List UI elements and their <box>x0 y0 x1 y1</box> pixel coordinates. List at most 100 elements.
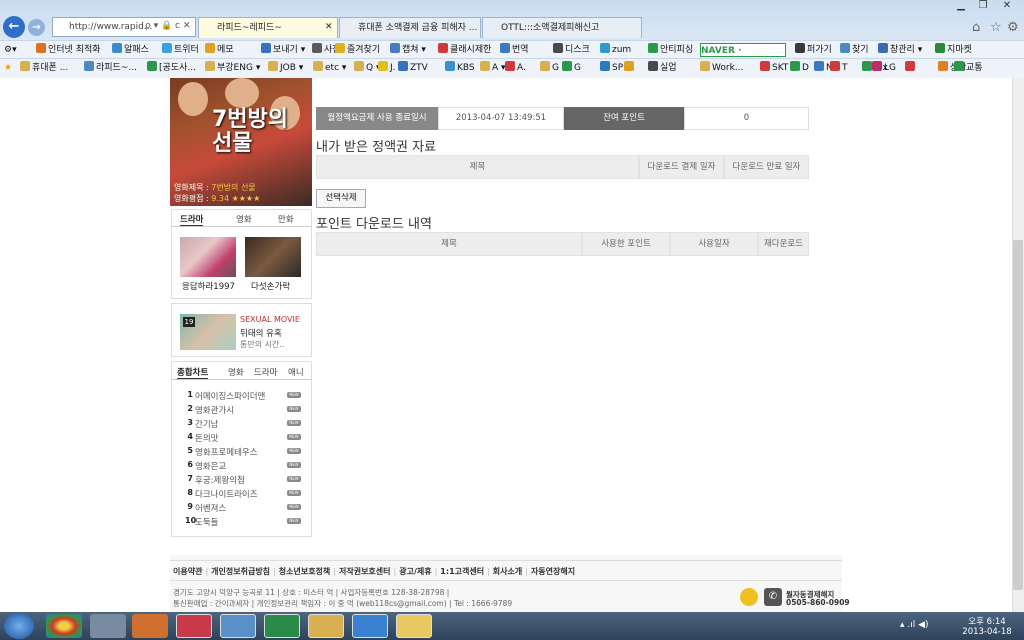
favorite-item[interactable] <box>624 61 636 75</box>
tab-chart-drama[interactable]: 드라마 <box>254 366 277 378</box>
rank-title[interactable]: 간기남 <box>195 418 218 430</box>
favorite-item[interactable]: T <box>830 61 848 75</box>
forward-button[interactable]: → <box>28 19 45 36</box>
toolbar-item[interactable]: 번역 <box>500 43 529 57</box>
favorite-item[interactable]: SKT <box>760 61 788 75</box>
sticky-notes-taskbar-icon[interactable] <box>396 614 432 638</box>
rank-title[interactable]: 영화은교 <box>195 460 226 472</box>
toolbar-item[interactable]: 캡쳐 ▾ <box>390 43 426 57</box>
footer-link[interactable]: 광고/제휴 <box>399 567 431 576</box>
favorite-item[interactable]: D <box>790 61 809 75</box>
media-player-taskbar-icon[interactable] <box>132 614 168 638</box>
paint-taskbar-icon[interactable] <box>176 614 212 638</box>
excel-taskbar-icon[interactable] <box>264 614 300 638</box>
rank-item[interactable]: 4 돈의맛 NEW <box>171 432 311 445</box>
rank-item[interactable]: 7 후궁:제왕의첩 NEW <box>171 474 311 487</box>
toolbar-item[interactable]: 메모 <box>205 43 234 57</box>
favorite-item[interactable]: 라피드~... <box>84 61 137 75</box>
favorite-item[interactable]: KBS <box>445 61 475 75</box>
toolbar-settings-icon[interactable]: ⚙▾ <box>4 43 17 57</box>
footer-link[interactable]: 이용약관 <box>173 567 202 576</box>
toolbar-item[interactable]: NAVER · <box>700 43 786 57</box>
footer-link[interactable]: 회사소개 <box>493 567 522 576</box>
tab-chart-movie[interactable]: 영화 <box>228 366 244 378</box>
clock-date[interactable]: 2013-04-18 <box>958 627 1016 637</box>
favorite-item[interactable]: G <box>562 61 581 75</box>
rank-item[interactable]: 3 간기남 NEW <box>171 418 311 431</box>
toolbar-item[interactable]: 안티피싱 <box>648 43 693 57</box>
favorite-item[interactable]: JOB ▾ <box>268 61 303 75</box>
favorite-item[interactable]: ZTV <box>398 61 428 75</box>
tab-overall-chart[interactable]: 종합차트 <box>177 366 209 380</box>
rank-item[interactable]: 5 영화프로메테우스 NEW <box>171 446 311 459</box>
drama-caption-2[interactable]: 다섯손가락 <box>251 280 290 292</box>
rank-item[interactable]: 6 영화은교 NEW <box>171 460 311 473</box>
drama-caption-1[interactable]: 응답하라1997 <box>182 280 235 292</box>
favorite-item[interactable]: J. <box>378 61 396 75</box>
tab-micropay[interactable]: 휴대폰 소액결제 금융 피해자 ... <box>339 17 481 38</box>
favorites-star-icon[interactable]: ★ <box>4 61 12 75</box>
rank-title[interactable]: 다크나이트라이즈 <box>195 488 258 500</box>
footer-link[interactable]: 1:1고객센터 <box>440 567 484 576</box>
favorite-item[interactable]: 교통 <box>954 61 983 75</box>
rank-title[interactable]: 어메이징스파이더맨 <box>195 390 265 402</box>
footer-link[interactable]: 개인정보취급방침 <box>211 567 270 576</box>
footer-link[interactable]: 자동연장해지 <box>531 567 575 576</box>
favorite-item[interactable]: [공도사... <box>147 61 196 75</box>
rank-title[interactable]: 후궁:제왕의첩 <box>195 474 245 486</box>
rank-item[interactable]: 2 영화관가시 NEW <box>171 404 311 417</box>
tab-chart-anime[interactable]: 애니 <box>288 366 304 378</box>
favorite-item[interactable]: 부강ENG ▾ <box>205 61 260 75</box>
drama-thumb-1[interactable] <box>180 237 236 277</box>
rank-title[interactable]: 영화관가시 <box>195 404 234 416</box>
favorite-item[interactable]: 휴대폰 ... <box>20 61 68 75</box>
tab-comic[interactable]: 만화 <box>278 213 294 225</box>
rank-title[interactable]: 영화프로메테우스 <box>195 446 258 458</box>
ie-taskbar-icon[interactable] <box>352 614 388 638</box>
favorite-item[interactable]: Work... <box>700 61 743 75</box>
back-button[interactable]: ← <box>3 16 25 38</box>
start-button[interactable] <box>4 613 34 639</box>
scrollbar-thumb[interactable] <box>1013 240 1023 590</box>
tab-ottl[interactable]: OTTL:::소액결제피해신고 <box>482 17 642 38</box>
home-icon[interactable]: ⌂ <box>972 20 980 35</box>
toolbar-item[interactable]: zum <box>600 43 631 57</box>
rank-item[interactable]: 1 어메이징스파이더맨 NEW <box>171 390 311 403</box>
toolbar-item[interactable]: 찾기 <box>840 43 869 57</box>
favorite-item[interactable]: A. <box>505 61 526 75</box>
toolbar-item[interactable]: 클래시제한 <box>438 43 491 57</box>
minimize-button[interactable]: ▁ <box>950 0 972 14</box>
toolbar-item[interactable]: 인터넷 최적화 <box>36 43 101 57</box>
footer-link[interactable]: 저작권보호센터 <box>339 567 391 576</box>
maximize-button[interactable]: ❐ <box>972 0 994 14</box>
toolbar-item[interactable]: 트위터 <box>162 43 199 57</box>
favorite-item[interactable] <box>905 61 917 75</box>
toolbar-item[interactable]: 즐겨찾기 <box>335 43 380 57</box>
gear-icon[interactable]: ⚙ <box>1007 20 1019 35</box>
toolbar-item[interactable]: 디스크 <box>553 43 590 57</box>
address-icons[interactable]: ρ ▾ 🔒 c ✕ <box>145 21 190 31</box>
close-tab-icon[interactable]: ✕ <box>325 22 333 32</box>
drama-thumb-2[interactable] <box>245 237 301 277</box>
clock-time[interactable]: 오후 6:14 <box>962 615 1012 627</box>
tab-drama[interactable]: 드라마 <box>180 213 204 227</box>
toolbar-item[interactable]: 창관리 ▾ <box>878 43 922 57</box>
rank-item[interactable]: 8 다크나이트라이즈 NEW <box>171 488 311 501</box>
rank-title[interactable]: 도둑들 <box>195 516 218 528</box>
toolbar-item[interactable]: 지마켓 <box>935 43 972 57</box>
rank-item[interactable]: 9 어벤져스 NEW <box>171 502 311 515</box>
toolbar-item[interactable]: 알패스 <box>112 43 149 57</box>
favorite-item[interactable]: Q ▾ <box>354 61 380 75</box>
delete-selected-button[interactable]: 선택삭제 <box>316 189 366 208</box>
rank-item[interactable]: 10 도둑들 NEW <box>171 516 311 529</box>
rank-title[interactable]: 어벤져스 <box>195 502 226 514</box>
explorer-taskbar-icon[interactable] <box>308 614 344 638</box>
favorite-item[interactable]: A ▾ <box>480 61 506 75</box>
favorite-item[interactable]: LG <box>872 61 896 75</box>
favorites-star-icon[interactable]: ☆ <box>990 20 1002 35</box>
tab-movie[interactable]: 영화 <box>236 213 252 225</box>
favorite-item[interactable]: 실업 <box>648 61 677 75</box>
favorite-item[interactable]: etc ▾ <box>313 61 346 75</box>
calculator-taskbar-icon[interactable] <box>90 614 126 638</box>
tray-icons[interactable]: ▴ .ıl ◀) <box>900 620 929 630</box>
